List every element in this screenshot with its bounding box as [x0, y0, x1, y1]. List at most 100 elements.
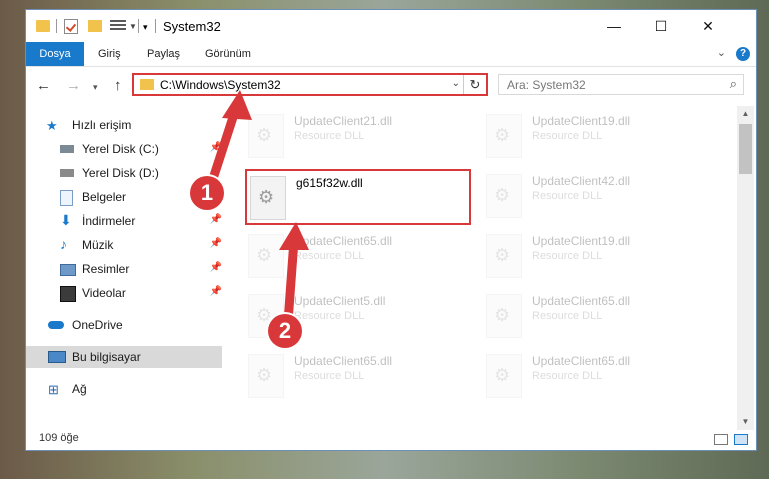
pictures-icon [60, 264, 76, 276]
dll-file-icon [248, 114, 284, 158]
navigation-pane: ★ Hızlı erişim Yerel Disk (C:) 📌 Yerel D… [26, 106, 222, 426]
sidebar-item-label: Resimler [82, 262, 130, 276]
vertical-scrollbar[interactable]: ▲ ▼ [737, 106, 754, 430]
sidebar-item-label: Bu bilgisayar [72, 350, 141, 364]
file-type: Resource DLL [294, 370, 365, 382]
scroll-up-icon[interactable]: ▲ [737, 106, 754, 122]
file-type: Resource DLL [294, 250, 365, 262]
cloud-icon [48, 321, 64, 329]
minimize-button[interactable]: — [591, 10, 637, 42]
file-name: UpdateClient19.dll [532, 114, 631, 128]
pin-icon[interactable]: 📌 [210, 238, 222, 249]
chevron-down-icon[interactable]: ⌄ [452, 78, 460, 89]
sidebar-item-onedrive[interactable]: OneDrive [26, 314, 222, 336]
file-item[interactable]: UpdateClient42.dll Resource DLL [486, 172, 706, 222]
sidebar-item-quick-access[interactable]: ★ Hızlı erişim [26, 114, 222, 136]
file-type: Resource DLL [294, 130, 365, 142]
sidebar-item-downloads[interactable]: ⬇ İndirmeler 📌 [26, 210, 222, 232]
pin-icon[interactable]: 📌 [210, 262, 222, 273]
file-item[interactable]: UpdateClient65.dll Resource DLL [248, 232, 468, 282]
address-path[interactable]: C:\Windows\System32 [160, 78, 281, 92]
scroll-thumb[interactable] [739, 124, 752, 174]
file-item[interactable]: UpdateClient65.dll Resource DLL [486, 292, 706, 342]
file-item[interactable]: UpdateClient19.dll Resource DLL [486, 112, 706, 162]
divider [56, 19, 57, 33]
tab-share[interactable]: Paylaş [147, 42, 180, 66]
details-view-icon[interactable] [714, 434, 728, 445]
back-icon[interactable]: ← [36, 77, 51, 94]
recent-locations-icon[interactable]: ▾ [93, 82, 98, 93]
file-item[interactable]: UpdateClient21.dll Resource DLL [248, 112, 468, 162]
file-name: UpdateClient65.dll [532, 294, 631, 308]
address-bar[interactable]: C:\Windows\System32 ⌄ ↻ [132, 73, 488, 96]
sidebar-item-this-pc[interactable]: Bu bilgisayar [26, 346, 222, 368]
file-item[interactable]: UpdateClient19.dll Resource DLL [486, 232, 706, 282]
dll-file-icon [248, 234, 284, 278]
video-icon [60, 286, 76, 302]
pin-icon[interactable]: 📌 [210, 214, 222, 225]
item-count: 109 öğe [39, 432, 79, 444]
sidebar-item-music[interactable]: ♪ Müzik 📌 [26, 234, 222, 256]
large-icons-view-icon[interactable] [734, 434, 748, 445]
window-title: System32 [163, 19, 221, 34]
sidebar-item-label: Belgeler [82, 190, 127, 204]
file-name: UpdateClient42.dll [532, 174, 631, 188]
pin-icon[interactable]: 📌 [210, 286, 222, 297]
tab-view[interactable]: Görünüm [205, 42, 251, 66]
music-icon: ♪ [60, 236, 67, 252]
search-input[interactable]: Ara: System32 ⌕ [498, 74, 744, 95]
file-type: Resource DLL [532, 310, 603, 322]
network-icon: ⊞ [48, 382, 59, 397]
drive-icon [60, 169, 74, 177]
file-item[interactable]: UpdateClient65.dll Resource DLL [248, 352, 468, 402]
file-name: UpdateClient65.dll [532, 354, 631, 368]
view-list-icon[interactable] [110, 20, 126, 32]
tab-home[interactable]: Giriş [98, 42, 121, 66]
dll-file-icon [486, 174, 522, 218]
customize-toolbar-icon[interactable]: ▾ [143, 22, 148, 38]
folder-icon [140, 79, 154, 90]
chevron-down-icon[interactable]: ▼ [129, 22, 137, 38]
sidebar-item-disk-c[interactable]: Yerel Disk (C:) 📌 [26, 138, 222, 160]
highlight-box [245, 169, 471, 225]
help-icon[interactable]: ? [736, 47, 750, 61]
folder-icon [36, 20, 50, 32]
sidebar-item-label: OneDrive [72, 318, 123, 332]
sidebar-item-disk-d[interactable]: Yerel Disk (D:) [26, 162, 222, 184]
search-icon[interactable]: ⌕ [730, 76, 737, 92]
file-item[interactable]: UpdateClient65.dll Resource DLL [486, 352, 706, 402]
file-type: Resource DLL [532, 190, 603, 202]
refresh-icon[interactable]: ↻ [463, 75, 486, 94]
scroll-down-icon[interactable]: ▼ [737, 414, 754, 430]
dll-file-icon [248, 354, 284, 398]
sidebar-item-pictures[interactable]: Resimler 📌 [26, 258, 222, 280]
search-placeholder: Ara: System32 [507, 78, 586, 92]
file-name: UpdateClient21.dll [294, 114, 393, 128]
computer-icon [48, 351, 66, 363]
divider [138, 19, 139, 33]
step-1-badge: 1 [190, 176, 224, 210]
file-name: UpdateClient65.dll [294, 234, 393, 248]
sidebar-item-videos[interactable]: Videolar 📌 [26, 282, 222, 304]
pin-icon[interactable]: 📌 [210, 142, 222, 153]
new-folder-icon[interactable] [88, 20, 102, 32]
status-bar: 109 öğe [26, 430, 756, 450]
up-icon[interactable]: ↑ [114, 77, 122, 94]
sidebar-item-label: Ağ [72, 382, 87, 396]
documents-icon [60, 190, 73, 206]
forward-icon[interactable]: → [66, 77, 81, 94]
ribbon-tabs: Dosya Giriş Paylaş Görünüm ⌄ ? [26, 42, 756, 67]
close-button[interactable]: ✕ [685, 10, 731, 42]
sidebar-item-label: Yerel Disk (C:) [82, 142, 159, 156]
tab-file[interactable]: Dosya [26, 42, 84, 66]
download-icon: ⬇ [60, 212, 72, 228]
sidebar-item-label: Yerel Disk (D:) [82, 166, 159, 180]
maximize-button[interactable]: ☐ [638, 10, 684, 42]
expand-ribbon-icon[interactable]: ⌄ [717, 46, 726, 59]
properties-check-icon[interactable] [64, 19, 78, 34]
navigation-bar: ← → ▾ ↑ C:\Windows\System32 ⌄ ↻ Ara: Sys… [26, 67, 756, 103]
sidebar-item-network[interactable]: ⊞ Ağ [26, 378, 222, 400]
file-name: UpdateClient5.dll [294, 294, 386, 308]
title-bar: ▼ ▾ System32 — ☐ ✕ [26, 10, 756, 42]
dll-file-icon [486, 354, 522, 398]
